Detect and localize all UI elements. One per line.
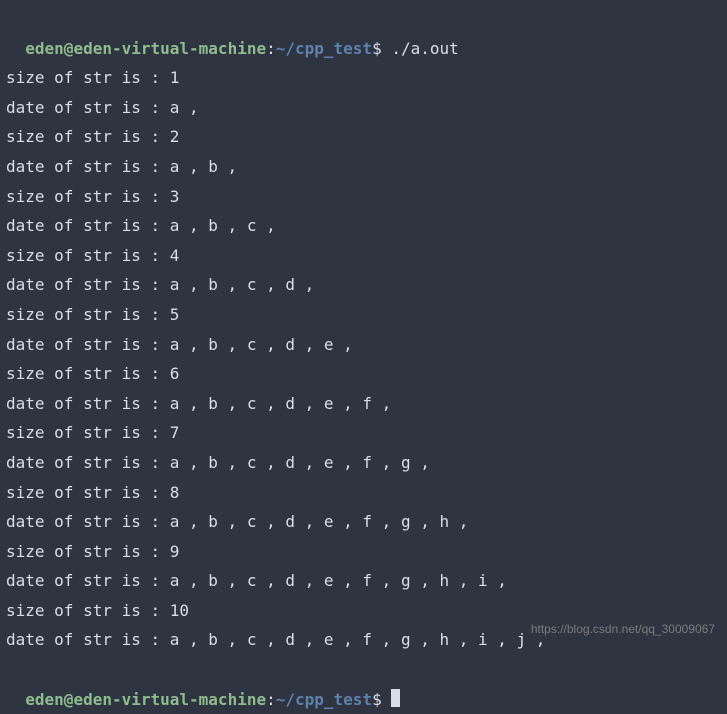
output-line: date of str is : a , b , c , d , <box>6 270 721 300</box>
prompt-at: @ <box>64 39 74 58</box>
output-line: date of str is : a , b , c , d , e , f ,… <box>6 448 721 478</box>
output-line: size of str is : 5 <box>6 300 721 330</box>
prompt-dollar: $ <box>372 39 391 58</box>
output-container: size of str is : 1date of str is : a ,si… <box>6 63 721 655</box>
prompt-host: eden-virtual-machine <box>73 690 266 709</box>
output-line: size of str is : 2 <box>6 122 721 152</box>
command-text: ./a.out <box>391 39 458 58</box>
prompt-at: @ <box>64 690 74 709</box>
prompt-host: eden-virtual-machine <box>73 39 266 58</box>
output-line: size of str is : 1 <box>6 63 721 93</box>
output-line: date of str is : a , b , c , d , e , f ,… <box>6 507 721 537</box>
prompt-colon: : <box>266 690 276 709</box>
output-line: date of str is : a , b , c , d , e , f , <box>6 389 721 419</box>
prompt-line-2[interactable]: eden@eden-virtual-machine:~/cpp_test$ <box>6 655 721 714</box>
output-line: date of str is : a , b , c , d , e , <box>6 330 721 360</box>
output-line: size of str is : 3 <box>6 182 721 212</box>
prompt-line-1[interactable]: eden@eden-virtual-machine:~/cpp_test$ ./… <box>6 4 721 63</box>
output-line: date of str is : a , b , c , <box>6 211 721 241</box>
output-line: size of str is : 6 <box>6 359 721 389</box>
prompt-path: ~/cpp_test <box>276 690 372 709</box>
output-line: date of str is : a , <box>6 93 721 123</box>
prompt-user: eden <box>25 690 64 709</box>
output-line: size of str is : 9 <box>6 537 721 567</box>
watermark-text: https://blog.csdn.net/qq_30009067 <box>531 618 715 640</box>
output-line: size of str is : 7 <box>6 418 721 448</box>
prompt-user: eden <box>25 39 64 58</box>
output-line: date of str is : a , b , <box>6 152 721 182</box>
prompt-dollar: $ <box>372 690 391 709</box>
cursor-icon <box>391 689 400 707</box>
output-line: size of str is : 4 <box>6 241 721 271</box>
prompt-colon: : <box>266 39 276 58</box>
prompt-path: ~/cpp_test <box>276 39 372 58</box>
output-line: date of str is : a , b , c , d , e , f ,… <box>6 566 721 596</box>
output-line: size of str is : 8 <box>6 478 721 508</box>
